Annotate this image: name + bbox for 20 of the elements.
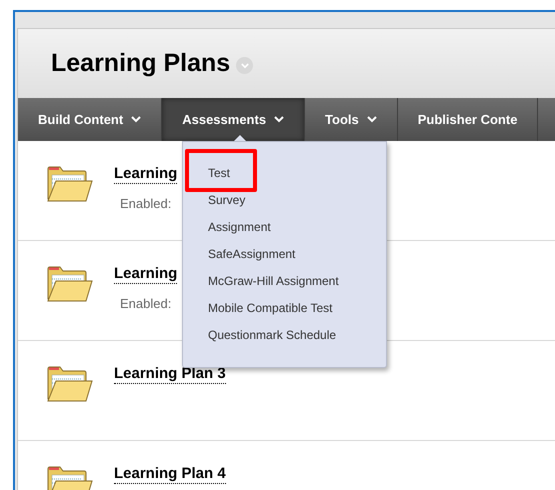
folder-icon — [46, 165, 94, 203]
item-detail: Enabled: — [119, 195, 172, 213]
item-title-link[interactable]: Learning — [114, 265, 178, 284]
menu-item[interactable]: Mobile Compatible Test — [183, 294, 386, 321]
menu-item[interactable]: Assignment — [183, 213, 386, 240]
nav-tab[interactable]: Assessments — [162, 98, 306, 141]
menu-item[interactable]: Questionmark Schedule — [183, 321, 386, 348]
page-title: Learning Plans — [51, 48, 230, 79]
item-title-link[interactable]: Learning Plan 4 — [114, 465, 226, 484]
chevron-down-icon — [240, 62, 249, 68]
options-button[interactable] — [236, 57, 254, 74]
menu-item[interactable]: Survey — [183, 186, 386, 213]
menu-item[interactable]: SafeAssignment — [183, 240, 386, 267]
nav-tab[interactable]: Publisher Conte — [398, 98, 538, 141]
folder-icon — [46, 365, 94, 403]
folder-icon — [46, 265, 94, 303]
menu-item[interactable]: Test — [183, 159, 386, 186]
menu-item[interactable]: McGraw-Hill Assignment — [183, 267, 386, 294]
item-title-link[interactable]: Learning — [114, 165, 178, 184]
item-detail: Enabled: — [119, 295, 172, 313]
